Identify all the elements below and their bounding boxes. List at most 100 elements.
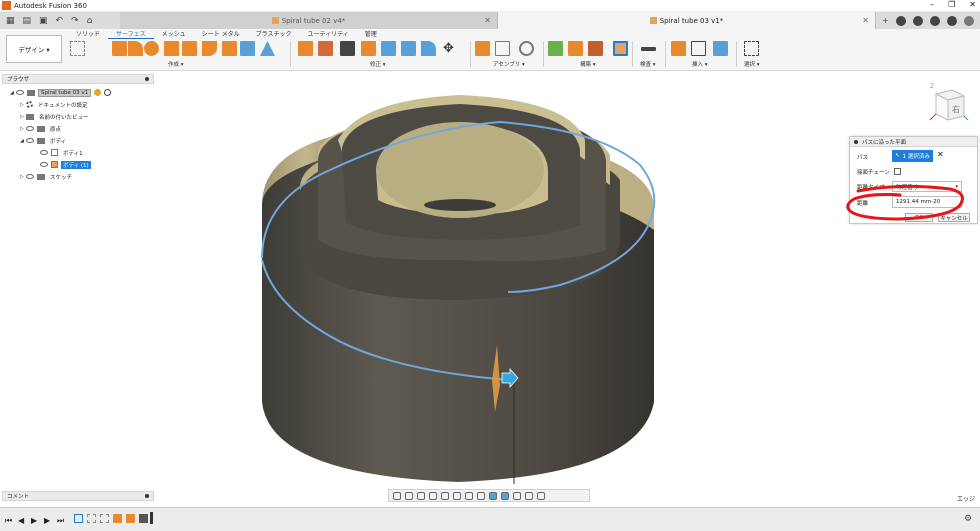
look-at-icon[interactable] xyxy=(405,491,413,500)
visibility-icon[interactable] xyxy=(26,174,34,179)
clear-selection-icon[interactable]: ✕ xyxy=(937,150,944,159)
tab-close-icon[interactable]: ✕ xyxy=(484,16,491,25)
measure-icon[interactable] xyxy=(641,47,656,51)
path-selection-button[interactable]: ↖ 1 選択済み xyxy=(892,150,933,162)
tab-spiral-tube-03[interactable]: Spiral tube 03 v1* ✕ xyxy=(498,12,876,29)
workspace-switcher[interactable]: デザイン ▾ xyxy=(6,35,62,63)
timeline-feature-icon[interactable] xyxy=(113,514,122,523)
motion-icon[interactable] xyxy=(519,41,534,56)
tab-manage[interactable]: 管理 xyxy=(357,30,385,39)
extrude-icon[interactable] xyxy=(112,41,127,56)
chain-checkbox[interactable] xyxy=(894,168,901,175)
browser-item-body-1-selected[interactable]: ボディ (1) xyxy=(40,160,91,169)
browser-header[interactable]: ブラウザ xyxy=(2,74,154,84)
dialog-collapse-icon[interactable] xyxy=(854,139,858,144)
browser-item-document-settings[interactable]: ▷ ドキュメントの設定 xyxy=(20,100,90,109)
browser-item-body1[interactable]: ボディ1 xyxy=(40,148,85,157)
timeline-sketch-icon[interactable] xyxy=(87,514,96,523)
grid-icon[interactable] xyxy=(465,491,473,500)
group-modify[interactable]: 修正 ▾ xyxy=(370,60,386,68)
data-panel-icon[interactable]: ▦ xyxy=(6,16,15,26)
tab-utilities[interactable]: ユーティリティ xyxy=(299,30,356,39)
viewports-icon[interactable] xyxy=(477,491,485,500)
insert-derive-icon[interactable] xyxy=(671,41,686,56)
canvas-icon[interactable] xyxy=(713,41,728,56)
undo-icon[interactable]: ↶ xyxy=(56,16,64,26)
create-sketch-icon[interactable] xyxy=(70,41,85,56)
tab-surface[interactable]: サーフェス xyxy=(108,30,154,39)
sweep-icon[interactable] xyxy=(144,41,159,56)
browser-root[interactable]: ◢ Spiral tube 03 v1 xyxy=(10,88,112,97)
timeline-sketch-icon[interactable] xyxy=(100,514,109,523)
tab-plastic[interactable]: プラスチック xyxy=(248,30,300,39)
new-tab-icon[interactable]: + xyxy=(882,16,889,25)
browser-item-origin[interactable]: ▷ 原点 xyxy=(20,124,63,133)
add-comment-icon[interactable] xyxy=(145,494,149,498)
go-to-start-icon[interactable]: ⏮ xyxy=(5,516,12,526)
step-back-icon[interactable]: ◀ xyxy=(18,516,24,525)
orbit-icon[interactable] xyxy=(393,491,401,500)
press-pull-icon[interactable] xyxy=(298,41,313,56)
group-inspect[interactable]: 検査 ▾ xyxy=(640,60,656,68)
view-side-icon[interactable] xyxy=(525,491,533,500)
loft-icon[interactable] xyxy=(164,41,179,56)
maximize-button[interactable]: ❐ xyxy=(948,0,955,9)
tab-mesh[interactable]: メッシュ xyxy=(154,30,194,39)
zoom-icon[interactable] xyxy=(429,491,437,500)
job-status-icon[interactable] xyxy=(912,15,923,26)
offset-plane-icon[interactable] xyxy=(548,41,563,56)
insert-mesh-icon[interactable] xyxy=(691,41,706,56)
tab-sheet-metal[interactable]: シート メタル xyxy=(194,30,248,39)
help-icon[interactable] xyxy=(946,15,957,26)
tab-solid[interactable]: ソリッド xyxy=(68,30,108,39)
new-component-icon[interactable] xyxy=(475,41,490,56)
display-settings-icon[interactable] xyxy=(453,491,461,500)
play-icon[interactable]: ▶ xyxy=(31,516,37,525)
extensions-icon[interactable] xyxy=(895,15,906,26)
stitch-icon[interactable] xyxy=(381,41,396,56)
pattern-icon[interactable] xyxy=(260,41,275,56)
patch-icon[interactable] xyxy=(182,41,197,56)
group-assemble[interactable]: アセンブリ ▾ xyxy=(493,60,525,68)
redo-icon[interactable]: ↷ xyxy=(71,16,79,26)
close-button[interactable]: ✕ xyxy=(969,0,976,9)
plane-at-angle-icon[interactable] xyxy=(568,41,583,56)
browser-item-sketches[interactable]: ▷ スケッチ xyxy=(20,172,74,181)
timeline-marker[interactable] xyxy=(150,512,153,524)
view-top-icon[interactable] xyxy=(513,491,521,500)
user-avatar[interactable] xyxy=(963,15,974,26)
offset-icon[interactable] xyxy=(222,41,237,56)
visibility-icon[interactable] xyxy=(16,90,24,95)
save-icon[interactable]: ▣ xyxy=(39,16,48,26)
trim-icon[interactable] xyxy=(318,41,333,56)
radio-icon[interactable] xyxy=(104,89,112,96)
ruled-icon[interactable] xyxy=(202,41,217,56)
joint-icon[interactable] xyxy=(495,41,510,56)
browser-item-named-views[interactable]: ▷ 名前の付いたビュー xyxy=(20,112,91,121)
activate-icon[interactable] xyxy=(94,89,102,96)
select-icon[interactable] xyxy=(744,41,759,56)
view-front-icon[interactable] xyxy=(501,491,509,500)
fillet-icon[interactable] xyxy=(421,41,436,56)
timeline-feature-icon[interactable] xyxy=(126,514,135,523)
step-forward-icon[interactable]: ▶ xyxy=(44,516,50,525)
group-insert[interactable]: 挿入 ▾ xyxy=(692,60,708,68)
go-to-end-icon[interactable]: ⏭ xyxy=(57,516,64,526)
move-icon[interactable]: ✥ xyxy=(441,41,456,56)
revolve-icon[interactable] xyxy=(128,41,143,56)
tab-close-icon[interactable]: ✕ xyxy=(862,16,869,25)
home-icon[interactable]: ⌂ xyxy=(87,16,93,26)
comments-panel[interactable]: コメント xyxy=(2,491,154,501)
view-iso-icon[interactable] xyxy=(489,491,497,500)
timeline-settings-gear-icon[interactable]: ⚙ xyxy=(964,514,972,524)
group-create[interactable]: 作成 ▾ xyxy=(168,60,184,68)
pan-icon[interactable] xyxy=(417,491,425,500)
collapse-icon[interactable] xyxy=(145,77,149,81)
boundary-fill-icon[interactable] xyxy=(240,41,255,56)
file-menu-icon[interactable]: ▤ xyxy=(23,16,32,26)
visibility-icon[interactable] xyxy=(26,138,34,143)
zoom-window-icon[interactable] xyxy=(441,491,449,500)
plane-along-path-icon[interactable] xyxy=(613,41,628,56)
visibility-icon[interactable] xyxy=(40,150,48,155)
notifications-icon[interactable] xyxy=(929,15,940,26)
